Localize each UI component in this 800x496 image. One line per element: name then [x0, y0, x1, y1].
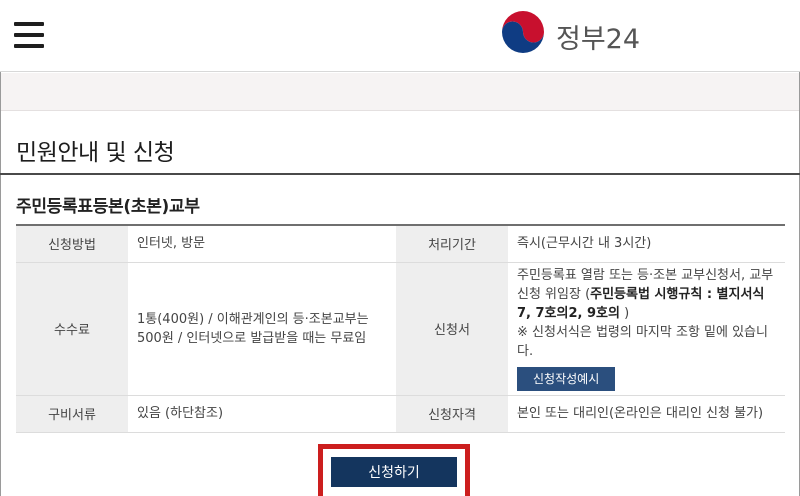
label-eligibility: 신청자격: [396, 395, 508, 433]
form-description-close: ): [619, 306, 630, 321]
value-eligibility: 본인 또는 대리인(온라인은 대리인 신청 불가): [508, 395, 785, 433]
site-header: 정부24: [0, 0, 800, 72]
apply-button[interactable]: 신청하기: [331, 457, 457, 487]
label-application-form: 신청서: [396, 262, 508, 396]
logo-text: 정부24: [556, 23, 641, 55]
breadcrumb-band: [1, 73, 799, 111]
service-info-table: 신청방법 인터넷, 방문 처리기간 즉시(근무시간 내 3시간) 수수료 1통(…: [16, 224, 785, 433]
apply-button-highlight: 신청하기: [318, 444, 470, 496]
table-row: 신청방법 인터넷, 방문 처리기간 즉시(근무시간 내 3시간): [16, 225, 785, 263]
section-title: 주민등록표등본(초본)교부: [16, 197, 200, 217]
value-processing-time: 즉시(근무시간 내 3시간): [508, 225, 785, 263]
taegeuk-logo-icon: [499, 11, 547, 60]
form-note: ※ 신청서식은 법령의 마지막 조항 밑에 있습니다.: [517, 325, 768, 359]
label-method: 신청방법: [16, 225, 128, 263]
gov24-logo[interactable]: 정부24: [498, 11, 640, 61]
table-row: 수수료 1통(400원) / 이해관계인의 등·조본교부는 500원 / 인터넷…: [16, 262, 785, 396]
hamburger-menu-icon[interactable]: [14, 22, 44, 48]
label-required-documents: 구비서류: [16, 395, 128, 433]
value-fee: 1통(400원) / 이해관계인의 등·조본교부는 500원 / 인터넷으로 발…: [128, 262, 396, 396]
page-title: 민원안내 및 신청: [16, 140, 175, 166]
label-fee: 수수료: [16, 262, 128, 396]
value-required-documents: 있음 (하단참조): [128, 395, 396, 433]
value-method: 인터넷, 방문: [128, 225, 396, 263]
title-divider: [0, 173, 800, 175]
label-processing-time: 처리기간: [396, 225, 508, 263]
value-application-form: 주민등록표 열람 또는 등·조본 교부신청서, 교부신청 위임장 (주민등록법 …: [508, 262, 785, 396]
table-row: 구비서류 있음 (하단참조) 신청자격 본인 또는 대리인(온라인은 대리인 신…: [16, 395, 785, 433]
application-example-button[interactable]: 신청작성예시: [517, 367, 616, 391]
